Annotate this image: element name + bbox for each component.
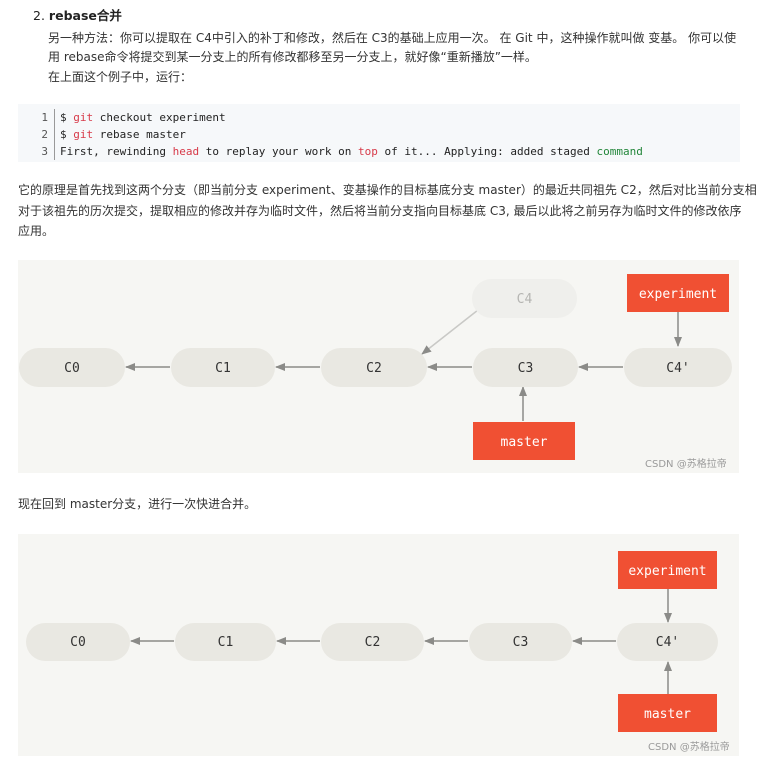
code-line: 3 First, rewinding head to replay your wo…	[18, 143, 643, 160]
branch-label-text: master	[501, 435, 548, 450]
line-number: 1	[41, 111, 48, 124]
commit-label: C3	[518, 361, 534, 376]
intro-line-3: 在上面这个例子中，运行：	[48, 70, 193, 84]
commit-label: C0	[70, 635, 86, 650]
principle-line-1: 它的原理是首先找到这两个分支（即当前分支 experiment、变基操作的目标基…	[18, 183, 757, 197]
code-block: 1 $ git checkout experiment 2 $ git rebase…	[18, 104, 740, 162]
code-keyword: git	[73, 128, 94, 141]
branch-label-text: experiment	[628, 564, 706, 579]
intro-line-1: 另一种方法：你可以提取在 C4中引入的补丁和修改，然后在 C3的基础上应用一次。…	[48, 31, 737, 45]
commit-label: C2	[366, 361, 382, 376]
code-command: command	[596, 145, 643, 158]
code-keyword: top	[358, 145, 378, 158]
rebase-diagram-svg: C4 C0 C1 C2 C3 C4' experiment master	[19, 274, 732, 460]
branch-label-text: master	[644, 707, 691, 722]
principle-line-2: 对于该祖先的历次提交，提取相应的修改并存为临时文件，然后将当前分支指向目标基底 …	[18, 204, 742, 218]
section-number: 2.	[33, 8, 45, 23]
commit-label: C3	[513, 635, 529, 650]
watermark: CSDN @苏格拉帝	[648, 742, 730, 753]
code-line: 1 $ git checkout experiment	[18, 109, 226, 126]
commit-label: C0	[64, 361, 80, 376]
commit-label: C4'	[666, 361, 689, 376]
watermark: CSDN @苏格拉帝	[645, 459, 727, 470]
section-heading: 2. rebase合并	[33, 6, 122, 26]
code-keyword: head	[172, 145, 200, 158]
commit-label: C1	[215, 361, 231, 376]
branch-label-text: experiment	[639, 287, 717, 302]
commit-label: C4'	[656, 635, 679, 650]
principle-line-3: 应用。	[18, 224, 55, 238]
intro-line-2: 用 rebase命令将提交到某一分支上的所有修改都移至另一分支上，就好像“重新播…	[48, 50, 537, 64]
line-number: 2	[41, 128, 48, 141]
commit-label: C2	[365, 635, 381, 650]
line-number: 3	[41, 145, 48, 158]
old-parent-arrow	[421, 309, 479, 355]
fast-forward-text: 现在回到 master分支，进行一次快进合并。	[18, 497, 257, 511]
rebase-diagram: C4 C0 C1 C2 C3 C4' experiment master CSD…	[18, 260, 739, 473]
code-keyword: git	[73, 111, 94, 124]
fast-forward-diagram-svg: C0 C1 C2 C3 C4' experiment master	[26, 551, 718, 732]
code-line: 2 $ git rebase master	[18, 126, 186, 143]
section-title: rebase合并	[48, 8, 122, 23]
fast-forward-diagram: C0 C1 C2 C3 C4' experiment master CSDN @…	[18, 534, 739, 756]
commit-label: C1	[218, 635, 234, 650]
commit-label: C4	[517, 292, 533, 307]
